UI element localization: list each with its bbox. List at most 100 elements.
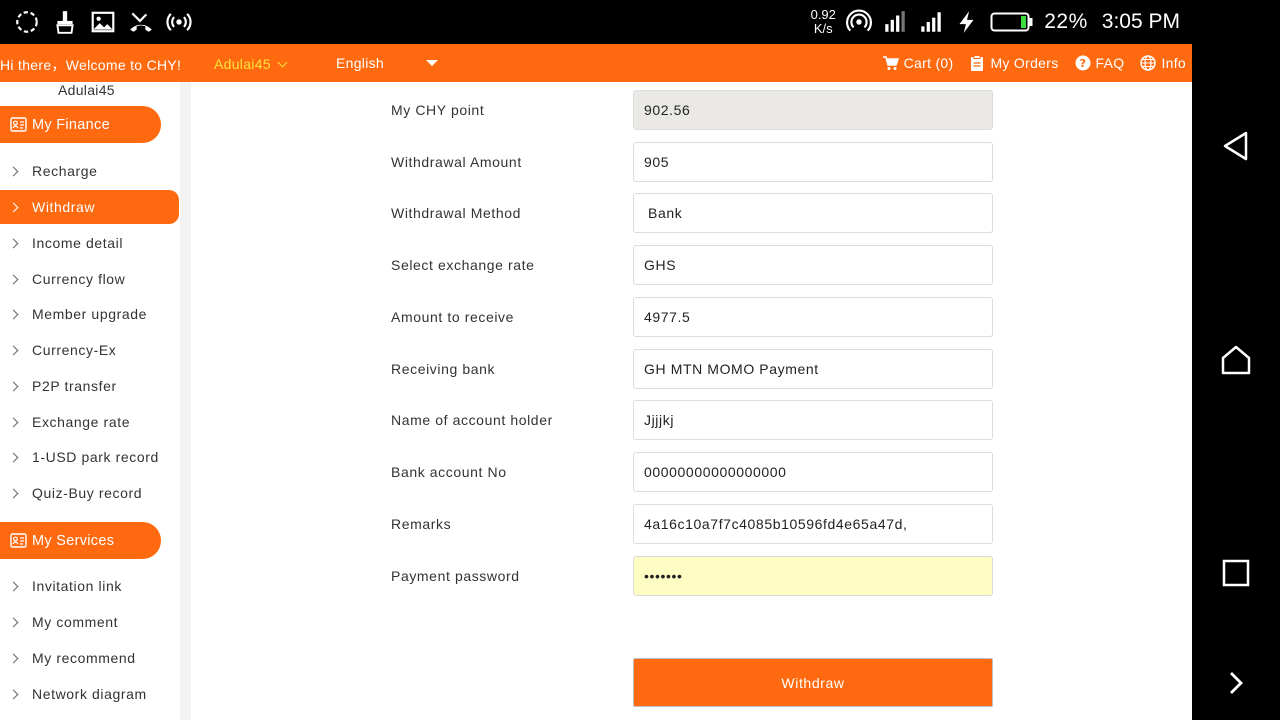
sidebar-item-label: Withdraw — [32, 199, 96, 215]
chevron-right-icon — [8, 617, 19, 627]
id-card-icon — [10, 117, 27, 132]
clipboard-icon — [971, 55, 984, 71]
sidebar-item-usd-park-record[interactable]: 1-USD park record — [0, 440, 179, 474]
form-row-remarks: Remarks 4a16c10a7f7c4085b10596fd4e65a47d… — [191, 504, 1192, 544]
charging-bolt-icon — [959, 11, 974, 33]
chevron-right-icon — [8, 238, 19, 248]
chevron-right-icon — [8, 381, 19, 391]
recents-button[interactable] — [1214, 551, 1258, 595]
cleaner-broom-icon — [56, 11, 74, 34]
exchange-rate-select[interactable]: GHS — [633, 245, 993, 285]
chevron-right-icon — [8, 166, 19, 176]
remarks-input[interactable]: 4a16c10a7f7c4085b10596fd4e65a47d, — [633, 504, 993, 544]
status-notification-icons — [14, 9, 192, 35]
chevron-right-icon — [1230, 672, 1243, 694]
chevron-right-icon — [8, 309, 19, 319]
chy-point-field: 902.56 — [633, 90, 993, 130]
username-dropdown[interactable]: Adulai45 — [214, 56, 288, 72]
battery-icon — [990, 12, 1033, 32]
sidebar-item-income-detail[interactable]: Income detail — [0, 226, 179, 260]
image-icon — [91, 11, 115, 33]
field-label: Payment password — [391, 568, 520, 584]
nav-expand-button[interactable] — [1214, 661, 1258, 705]
form-row-withdrawal-amount: Withdrawal Amount 905 — [191, 142, 1192, 182]
welcome-text: Hi there，Welcome to CHY! — [0, 57, 182, 73]
sidebar-item-currency-flow[interactable]: Currency flow — [0, 262, 179, 296]
question-circle-icon: ? — [1075, 55, 1091, 71]
form-row-payment-password: Payment password ••••••• — [191, 556, 1192, 596]
sidebar-item-label: Currency-Ex — [32, 342, 117, 358]
payment-password-input[interactable]: ••••••• — [633, 556, 993, 596]
field-label: Withdrawal Amount — [391, 154, 522, 170]
withdraw-form: My CHY point 902.56 Withdrawal Amount 90… — [191, 82, 1192, 720]
field-label: Remarks — [391, 516, 452, 532]
sidebar-username: Adulai45 — [58, 82, 115, 98]
sidebar-item-my-recommend[interactable]: My recommend — [0, 641, 179, 675]
caret-down-icon[interactable] — [426, 60, 438, 66]
field-label: Name of account holder — [391, 412, 553, 428]
withdrawal-amount-input[interactable]: 905 — [633, 142, 993, 182]
sidebar-item-label: Invitation link — [32, 578, 122, 594]
sidebar-item-quiz-buy-record[interactable]: Quiz-Buy record — [0, 476, 179, 510]
form-row-exchange-rate: Select exchange rate GHS — [191, 245, 1192, 285]
chevron-right-icon — [8, 488, 19, 498]
username-label: Adulai45 — [214, 56, 271, 72]
network-speed: 0.92 K/s — [810, 8, 836, 36]
sidebar-item-withdraw[interactable]: Withdraw — [0, 190, 179, 224]
field-label: Bank account No — [391, 464, 507, 480]
withdrawal-method-select[interactable]: Bank — [633, 193, 993, 233]
network-speed-value: 0.92 — [810, 7, 836, 22]
sidebar: Adulai45 My Finance Recharge Withdraw In… — [0, 82, 180, 720]
field-label: Select exchange rate — [391, 257, 535, 273]
form-row-account-holder: Name of account holder Jjjjkj — [191, 400, 1192, 440]
sidebar-item-p2p-transfer[interactable]: P2P transfer — [0, 369, 179, 403]
sidebar-item-network-diagram[interactable]: Network diagram — [0, 677, 179, 711]
globe-icon — [1140, 55, 1157, 71]
cart-icon — [882, 56, 899, 70]
info-link[interactable]: Info — [1140, 55, 1186, 71]
bank-account-no-input[interactable]: 00000000000000000 — [633, 452, 993, 492]
section-my-finance-label: My Finance — [32, 116, 110, 133]
hotspot-broadcast-icon — [166, 13, 192, 31]
id-card-icon — [10, 533, 27, 548]
form-row-receiving-bank: Receiving bank GH MTN MOMO Payment — [191, 349, 1192, 389]
chevron-right-icon — [8, 274, 19, 284]
sidebar-item-exchange-rate[interactable]: Exchange rate — [0, 405, 179, 439]
chevron-right-icon — [8, 689, 19, 699]
chevron-right-icon — [8, 653, 19, 663]
account-holder-input[interactable]: Jjjjkj — [633, 400, 993, 440]
language-select[interactable]: English — [336, 55, 384, 71]
chevron-right-icon — [8, 345, 19, 355]
svg-text:?: ? — [1079, 57, 1086, 70]
sidebar-item-invitation-link[interactable]: Invitation link — [0, 569, 179, 603]
sidebar-item-currency-ex[interactable]: Currency-Ex — [0, 333, 179, 367]
faq-label: FAQ — [1095, 55, 1125, 71]
sidebar-item-label: Currency flow — [32, 271, 126, 287]
app-window: Hi there，Welcome to CHY! Adulai45 Englis… — [0, 44, 1192, 720]
withdraw-submit-button[interactable]: Withdraw — [633, 658, 993, 707]
my-orders-label: My Orders — [990, 55, 1059, 71]
network-speed-unit: K/s — [813, 21, 833, 36]
amount-to-receive-field[interactable]: 4977.5 — [633, 297, 993, 337]
section-my-services-label: My Services — [32, 532, 115, 549]
form-row-withdrawal-method: Withdrawal Method Bank — [191, 193, 1192, 233]
section-my-finance[interactable]: My Finance — [0, 106, 161, 143]
sidebar-item-my-comment[interactable]: My comment — [0, 605, 179, 639]
receiving-bank-select[interactable]: GH MTN MOMO Payment — [633, 349, 993, 389]
hotspot-icon — [846, 9, 873, 32]
battery-percent: 22% — [1044, 10, 1088, 33]
sidebar-item-recharge[interactable]: Recharge — [0, 154, 179, 188]
sidebar-item-label: My comment — [32, 614, 119, 630]
sidebar-item-member-upgrade[interactable]: Member upgrade — [0, 297, 179, 331]
my-orders-link[interactable]: My Orders — [969, 55, 1058, 71]
back-button[interactable] — [1214, 124, 1258, 168]
cart-link[interactable]: Cart (0) — [882, 55, 954, 71]
signal-3g-icon — [885, 11, 905, 32]
sidebar-item-label: Exchange rate — [32, 414, 131, 430]
home-button[interactable] — [1214, 338, 1258, 382]
home-icon — [1221, 345, 1251, 375]
faq-link[interactable]: ? FAQ — [1075, 55, 1125, 71]
chevron-right-icon — [8, 452, 19, 462]
section-my-services[interactable]: My Services — [0, 522, 161, 559]
sidebar-item-label: 1-USD park record — [32, 449, 159, 465]
